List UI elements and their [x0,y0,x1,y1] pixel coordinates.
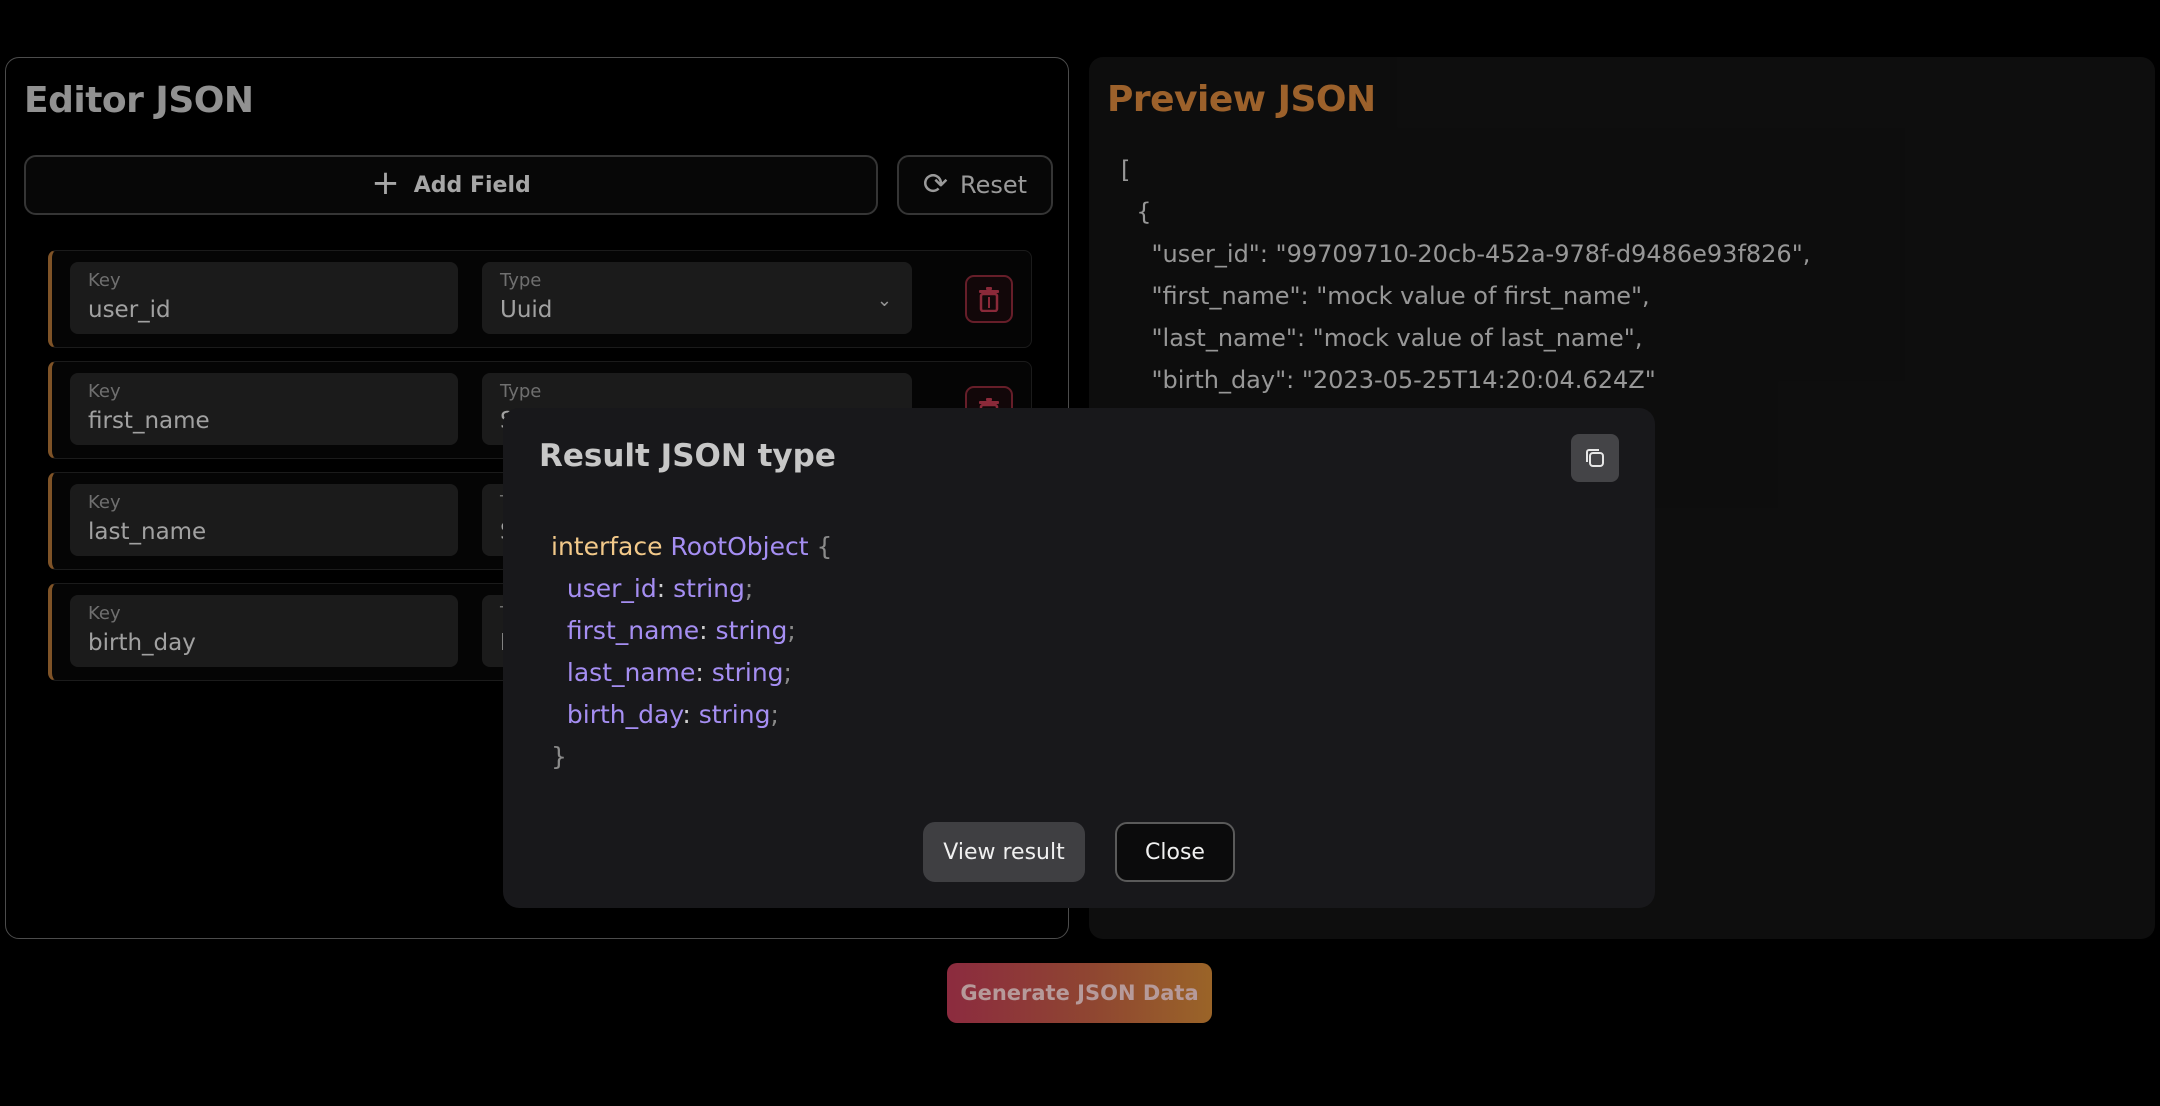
code-line: birth_day: string; [566,700,779,729]
type-label: Type [500,270,542,291]
preview-title: Preview JSON [1107,79,1376,120]
close-button[interactable]: Close [1115,822,1235,882]
reset-button[interactable]: ⟳ Reset [897,155,1053,215]
code-keyword: interface [551,532,663,561]
trash-icon [979,287,999,312]
type-value: Uuid [500,297,553,323]
preview-code: [ { "user_id": "99709710-20cb-452a-978f-… [1121,149,1810,443]
editor-title: Editor JSON [24,80,254,121]
chevron-down-icon: ⌄ [876,290,892,311]
code-prop-name: user_id [566,574,657,603]
type-label: Type [500,381,542,402]
code-close-brace: } [551,742,567,771]
key-input[interactable]: Key birth_day [70,595,458,667]
code-line: "last_name": "mock value of last_name", [1121,324,1643,352]
code-type-name: RootObject [670,532,809,561]
key-label: Key [88,603,121,624]
key-label: Key [88,270,121,291]
key-value: last_name [88,519,207,545]
code-prop-name: birth_day [566,700,683,729]
code-line: "user_id": "99709710-20cb-452a-978f-d948… [1121,240,1811,268]
code-prop-type: string [711,658,784,687]
code-line: [ [1121,156,1131,184]
copy-button[interactable] [1571,434,1619,482]
key-value: first_name [88,408,210,434]
code-line: { [1121,198,1152,226]
key-value: birth_day [88,630,196,656]
key-input[interactable]: Key first_name [70,373,458,445]
refresh-icon: ⟳ [922,167,949,202]
type-select[interactable]: Type Uuid ⌄ [482,262,912,334]
code-prop-type: string [715,616,788,645]
modal-actions: View result Close [503,822,1655,882]
copy-icon [1586,449,1604,467]
code-line: "birth_day": "2023-05-25T14:20:04.624Z" [1121,366,1656,394]
field-row: Key user_id Type Uuid ⌄ [48,250,1032,348]
code-line: "first_name": "mock value of first_name"… [1121,282,1650,310]
key-input[interactable]: Key user_id [70,262,458,334]
code-line: user_id: string; [566,574,754,603]
code-prop-type: string [673,574,745,603]
plus-icon: + [371,163,400,203]
generate-json-button[interactable]: Generate JSON Data [947,963,1212,1023]
code-line: interface RootObject { [551,526,832,568]
code-line: last_name: string; [566,658,792,687]
code-prop-type: string [698,700,771,729]
delete-field-button[interactable] [965,275,1013,323]
code-open-brace: { [816,532,833,561]
reset-label: Reset [960,171,1028,199]
code-prop-name: first_name [566,616,700,645]
key-input[interactable]: Key last_name [70,484,458,556]
modal-title: Result JSON type [539,438,836,474]
key-value: user_id [88,297,171,323]
view-result-button[interactable]: View result [923,822,1085,882]
result-type-modal: Result JSON type interface RootObject { … [503,408,1655,908]
code-line: first_name: string; [566,616,796,645]
code-prop-name: last_name [566,658,696,687]
add-field-label: Add Field [413,172,531,198]
key-label: Key [88,492,121,513]
code-line: } [551,736,832,778]
key-label: Key [88,381,121,402]
add-field-button[interactable]: + Add Field [24,155,878,215]
type-code: interface RootObject { user_id: string; … [551,526,832,778]
